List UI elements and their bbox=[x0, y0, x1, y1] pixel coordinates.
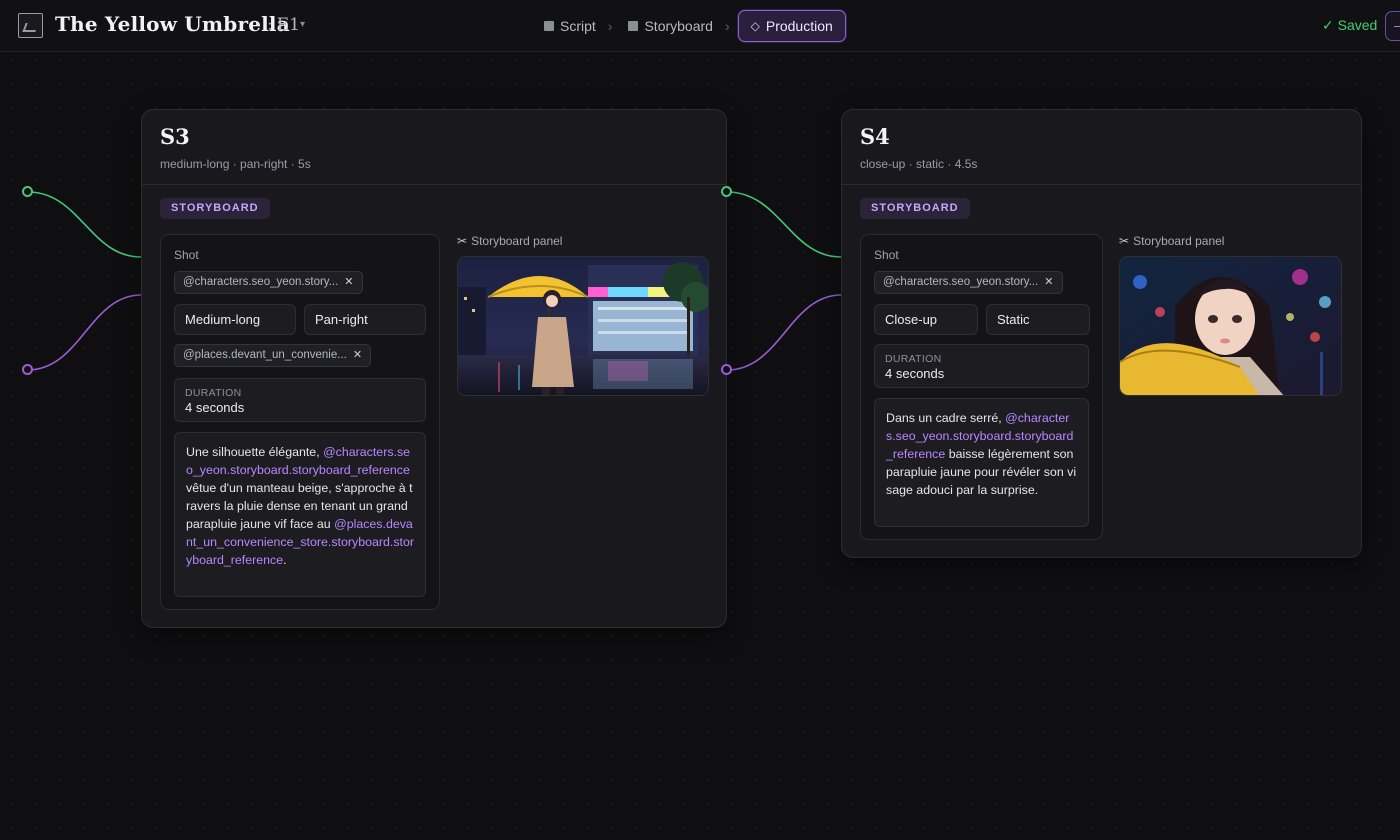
output-port-purple[interactable] bbox=[721, 364, 732, 375]
chip-label: @characters.seo_yeon.story... bbox=[183, 276, 339, 288]
chip-label: @characters.seo_yeon.story... bbox=[883, 276, 1039, 288]
storyboard-panel-image[interactable] bbox=[1119, 256, 1342, 396]
duration-field[interactable]: DURATION 4 seconds bbox=[174, 378, 426, 422]
desc-text: . bbox=[283, 553, 287, 567]
scissors-icon: ✂ bbox=[1119, 234, 1130, 248]
duration-label: DURATION bbox=[185, 387, 242, 399]
panel-label-text: Storyboard panel bbox=[1133, 234, 1225, 248]
output-port-green[interactable] bbox=[22, 186, 33, 197]
closeup-portrait-illustration bbox=[1120, 257, 1341, 395]
duration-value: 4 seconds bbox=[885, 366, 945, 381]
duration-field[interactable]: DURATION 4 seconds bbox=[874, 344, 1089, 388]
storyboard-panel-label: ✂ Storyboard panel bbox=[457, 234, 562, 248]
node-title: S4 bbox=[860, 124, 890, 149]
desc-text: Dans un cadre serré, bbox=[886, 411, 1006, 425]
divider bbox=[842, 184, 1361, 185]
shot-panel: Shot @characters.seo_yeon.story... ✕ Med… bbox=[160, 234, 440, 610]
divider bbox=[142, 184, 726, 185]
shot-panel: Shot @characters.seo_yeon.story... ✕ Clo… bbox=[860, 234, 1103, 540]
close-icon[interactable]: ✕ bbox=[344, 272, 353, 293]
wire-green-s3 bbox=[27, 191, 142, 258]
shot-description[interactable]: Une silhouette élégante, @characters.seo… bbox=[174, 432, 426, 597]
desc-text: Une silhouette élégante, bbox=[186, 445, 324, 459]
storefront-rain-illustration bbox=[458, 257, 708, 395]
framing-select[interactable]: Close-up bbox=[874, 304, 978, 335]
node-title: S3 bbox=[160, 124, 190, 149]
scissors-icon: ✂ bbox=[457, 234, 468, 248]
duration-label: DURATION bbox=[885, 353, 942, 365]
storyboard-panel-image[interactable] bbox=[457, 256, 709, 396]
node-subtitle: medium-long · pan-right · 5s bbox=[160, 157, 311, 171]
shot-label: Shot bbox=[874, 248, 899, 262]
framing-select[interactable]: Medium-long bbox=[174, 304, 296, 335]
chip-label: @places.devant_un_convenie... bbox=[183, 349, 347, 361]
movement-select[interactable]: Pan-right bbox=[304, 304, 426, 335]
character-reference-chip[interactable]: @characters.seo_yeon.story... ✕ bbox=[174, 271, 363, 294]
duration-value: 4 seconds bbox=[185, 400, 245, 415]
shot-description[interactable]: Dans un cadre serré, @characters.seo_yeo… bbox=[874, 398, 1089, 527]
shot-label: Shot bbox=[174, 248, 199, 262]
storyboard-badge: STORYBOARD bbox=[160, 198, 270, 219]
shot-node-s3[interactable]: S3 medium-long · pan-right · 5s STORYBOA… bbox=[141, 109, 727, 628]
place-reference-chip[interactable]: @places.devant_un_convenie... ✕ bbox=[174, 344, 372, 367]
storyboard-panel-label: ✂ Storyboard panel bbox=[1119, 234, 1224, 248]
output-port-purple[interactable] bbox=[22, 364, 33, 375]
close-icon[interactable]: ✕ bbox=[1044, 272, 1053, 293]
character-reference-chip[interactable]: @characters.seo_yeon.story... ✕ bbox=[874, 271, 1063, 294]
storyboard-badge: STORYBOARD bbox=[860, 198, 970, 219]
wire-purple-s4 bbox=[726, 294, 842, 371]
wire-purple-s3 bbox=[27, 294, 142, 371]
wire-green-s4 bbox=[726, 191, 842, 258]
close-icon[interactable]: ✕ bbox=[353, 345, 362, 366]
movement-select[interactable]: Static bbox=[986, 304, 1090, 335]
node-subtitle: close-up · static · 4.5s bbox=[860, 157, 978, 171]
output-port-green[interactable] bbox=[721, 186, 732, 197]
shot-node-s4[interactable]: S4 close-up · static · 4.5s STORYBOARD S… bbox=[841, 109, 1362, 558]
panel-label-text: Storyboard panel bbox=[471, 234, 563, 248]
